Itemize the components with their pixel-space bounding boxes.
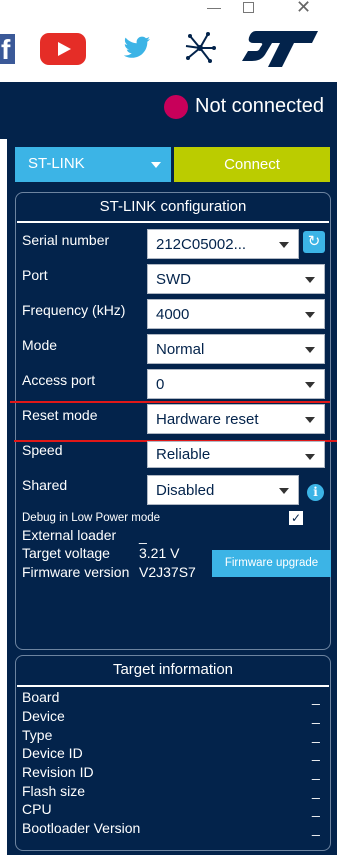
debug-low-power-checkbox[interactable]: ✓ xyxy=(289,511,303,525)
target-value: _ xyxy=(312,745,320,761)
target-value: _ xyxy=(312,820,320,836)
firmware-version-value: V2J37S7 xyxy=(139,564,196,580)
target-label: Type xyxy=(22,727,53,743)
chevron-down-icon xyxy=(305,454,315,460)
port-select[interactable]: SWD xyxy=(147,264,325,294)
mode-select[interactable]: Normal xyxy=(147,334,325,364)
close-icon[interactable]: ✕ xyxy=(296,0,311,18)
frequency-select[interactable]: 4000 xyxy=(147,299,325,329)
frequency-label: Frequency (kHz) xyxy=(22,302,126,318)
probe-select[interactable]: ST-LINK xyxy=(15,147,171,182)
config-title: ST-LINK configuration xyxy=(99,198,247,215)
external-loader-label: External loader xyxy=(22,527,117,543)
target-value: _ xyxy=(312,783,320,799)
target-label: CPU xyxy=(22,801,52,817)
firmware-version-label: Firmware version xyxy=(22,564,130,580)
connect-button[interactable]: Connect xyxy=(174,147,330,182)
shared-label: Shared xyxy=(22,477,68,493)
window-titlebar xyxy=(0,0,337,18)
network-icon[interactable] xyxy=(182,30,218,66)
shared-select[interactable]: Disabled xyxy=(147,475,299,505)
target-value: _ xyxy=(312,764,320,780)
reset-mode-value: Hardware reset xyxy=(156,411,259,428)
status-indicator-icon xyxy=(164,95,188,119)
debug-low-power-label: Debug in Low Power mode xyxy=(22,512,161,524)
st-logo[interactable] xyxy=(242,29,318,69)
target-label: Board xyxy=(22,689,60,705)
frequency-value: 4000 xyxy=(156,306,190,323)
refresh-icon[interactable]: ↻ xyxy=(303,231,325,253)
chevron-down-icon xyxy=(279,242,289,248)
shared-value: Disabled xyxy=(156,482,215,499)
target-label: Device xyxy=(22,708,65,724)
target-label: Device ID xyxy=(22,745,83,761)
target-voltage-value: 3.21 V xyxy=(139,545,180,561)
access-port-select[interactable]: 0 xyxy=(147,369,325,399)
twitter-icon[interactable] xyxy=(124,34,152,60)
chevron-down-icon xyxy=(305,382,315,388)
serial-number-select[interactable]: 212C05002... xyxy=(147,229,299,259)
maximize-icon[interactable] xyxy=(243,2,254,13)
target-value: _ xyxy=(312,689,320,705)
info-icon[interactable]: i xyxy=(307,484,324,501)
chevron-down-icon xyxy=(305,347,315,353)
speed-label: Speed xyxy=(22,442,63,458)
minimize-icon[interactable] xyxy=(207,8,221,9)
facebook-icon[interactable]: f xyxy=(0,34,15,65)
target-label: Bootloader Version xyxy=(22,820,141,836)
target-label: Revision ID xyxy=(22,764,94,780)
chevron-down-icon xyxy=(305,312,315,318)
annotation-line-top xyxy=(10,401,330,403)
port-value: SWD xyxy=(156,271,191,288)
firmware-upgrade-button[interactable]: Firmware upgrade xyxy=(212,550,331,577)
target-label: Flash size xyxy=(22,783,86,799)
target-info-title: Target information xyxy=(112,661,234,678)
divider xyxy=(17,685,329,687)
chevron-down-icon xyxy=(305,417,315,423)
youtube-icon[interactable] xyxy=(40,33,86,65)
chevron-down-icon xyxy=(279,488,289,494)
serial-number-value: 212C05002... xyxy=(156,236,247,253)
target-voltage-label: Target voltage xyxy=(22,545,110,561)
external-loader-value: _ xyxy=(139,528,147,544)
reset-mode-label: Reset mode xyxy=(22,407,98,423)
divider xyxy=(17,221,329,223)
target-value: _ xyxy=(312,727,320,743)
chevron-down-icon xyxy=(151,162,161,168)
access-port-value: 0 xyxy=(156,376,165,393)
port-label: Port xyxy=(22,267,48,283)
chevron-down-icon xyxy=(305,277,315,283)
connection-status: Not connected xyxy=(195,95,324,117)
access-port-label: Access port xyxy=(22,372,96,388)
mode-value: Normal xyxy=(156,341,205,358)
speed-value: Reliable xyxy=(156,446,211,463)
probe-select-value: ST-LINK xyxy=(28,155,85,172)
reset-mode-select[interactable]: Hardware reset xyxy=(147,404,325,434)
serial-number-label: Serial number xyxy=(22,232,110,248)
speed-select[interactable]: Reliable xyxy=(147,441,325,468)
social-bar: f xyxy=(0,18,337,82)
target-value: _ xyxy=(312,801,320,817)
target-value: _ xyxy=(312,708,320,724)
mode-label: Mode xyxy=(22,337,58,353)
